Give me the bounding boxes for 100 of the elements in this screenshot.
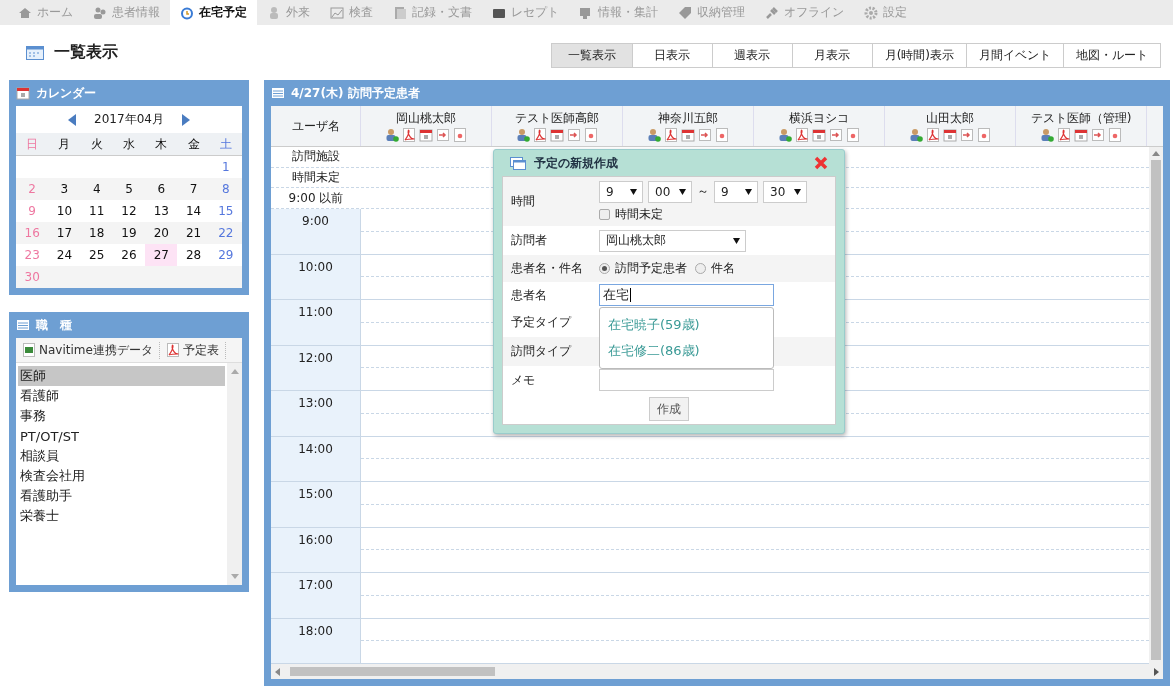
plug-icon (765, 5, 779, 20)
gear-icon (864, 5, 878, 20)
calendar-icon (419, 128, 433, 142)
panel-title: カレンダー (36, 84, 96, 102)
pdf-icon (165, 343, 180, 357)
calendar-day[interactable]: 22 (209, 222, 242, 244)
arrow-document-icon (829, 128, 843, 142)
job-type-item[interactable]: 事務 (18, 406, 225, 426)
radio-button[interactable] (599, 263, 610, 274)
hour-label: 11:00 (271, 300, 361, 345)
hour-label: 18:00 (271, 618, 361, 663)
range-separator: ～ (697, 183, 709, 200)
list-icon (16, 318, 30, 332)
nav-tab-label: 設定 (883, 4, 907, 21)
person-add-icon (778, 128, 792, 142)
create-button[interactable]: 作成 (649, 397, 689, 421)
scroll-left-icon[interactable] (275, 667, 280, 676)
calendar-day[interactable]: 8 (209, 178, 242, 200)
weekday-header: 月 (48, 133, 81, 156)
user-name: テスト医師（管理) (1030, 110, 1132, 127)
job-type-item[interactable]: PT/OT/ST (18, 426, 225, 446)
calendar-day[interactable]: 20 (145, 222, 178, 244)
job-type-item[interactable]: 栄養士 (18, 506, 225, 526)
row-label: 訪問施設 (291, 148, 341, 166)
toolbar-button[interactable]: 予定表 (159, 341, 226, 359)
end-minute-select[interactable]: 30 (763, 180, 807, 203)
calendar-day[interactable]: 5 (112, 178, 146, 200)
suggestion-item[interactable]: 在宅修二(86歳) (600, 338, 773, 364)
nav-tab-label: 患者情報 (112, 4, 160, 21)
scroll-up-icon[interactable] (1152, 151, 1160, 156)
window-icon (26, 45, 44, 60)
caret-icon (733, 237, 740, 244)
suggestion-item[interactable]: 在宅暁子(59歳) (600, 312, 773, 338)
field-label: 訪問タイプ (510, 343, 573, 360)
previous-arrow-icon[interactable] (68, 113, 77, 126)
checkbox[interactable] (599, 208, 610, 220)
horizontal-scrollbar[interactable] (271, 664, 1163, 679)
chart-icon (330, 5, 344, 20)
people-icon (93, 5, 107, 20)
calendar-day[interactable]: 21 (177, 222, 210, 244)
close-icon[interactable] (814, 156, 828, 170)
calendar-day[interactable]: 7 (177, 178, 210, 200)
column-header: ユーザ名 (271, 106, 361, 146)
weekday-header: 日 (16, 133, 49, 156)
calendar-day[interactable]: 3 (48, 178, 81, 200)
hour-label: 12:00 (271, 345, 361, 390)
view-tab[interactable]: 一覧表示 (551, 44, 632, 67)
next-arrow-icon[interactable] (181, 113, 190, 126)
user-name: テスト医師高郎 (515, 110, 599, 127)
toolbar-button[interactable]: Navitime連携データ (16, 341, 160, 359)
user-name: 山田太郎 (926, 110, 974, 127)
scroll-down-icon[interactable] (230, 574, 239, 579)
calendar-day[interactable]: 6 (145, 178, 178, 200)
scrollbar[interactable] (227, 363, 242, 585)
calendar-day[interactable]: 4 (80, 178, 113, 200)
nav-tab-label: 外来 (286, 4, 310, 21)
spreadsheet-icon (22, 343, 36, 357)
calendar-day[interactable]: 18 (80, 222, 113, 244)
scroll-up-icon[interactable] (230, 369, 239, 374)
person-add-icon (909, 128, 923, 142)
list-icon (271, 86, 285, 100)
field-label: 患者名・件名 (510, 260, 584, 277)
hour-label: 16:00 (271, 527, 361, 572)
nav-tab[interactable]: 在宅予定 (170, 0, 257, 25)
calendar-day[interactable]: 17 (48, 222, 81, 244)
scrollbar[interactable] (1149, 147, 1163, 664)
job-type-item[interactable]: 検査会社用 (18, 466, 225, 486)
job-type-item[interactable]: 看護師 (18, 386, 225, 406)
patient-name-field[interactable]: 在宅 (599, 284, 774, 306)
pdf-icon (926, 128, 940, 142)
end-hour-select[interactable]: 9 (714, 180, 758, 203)
row-label: 時間未定 (291, 169, 341, 186)
user-name: 岡山桃太郎 (396, 110, 456, 127)
job-type-item[interactable]: 相談員 (18, 446, 225, 466)
calendar-day[interactable]: 27 (145, 244, 178, 266)
start-hour-select[interactable]: 9 (599, 180, 643, 203)
radio-button[interactable] (695, 263, 706, 274)
job-type-item[interactable]: 看護助手 (18, 486, 225, 506)
document-icon (715, 128, 729, 142)
pdf-icon (1057, 128, 1071, 142)
visitor-select[interactable]: 岡山桃太郎 (599, 229, 746, 252)
document-icon (846, 128, 860, 142)
start-minute-select[interactable]: 00 (648, 180, 692, 203)
weekday-header: 水 (112, 133, 146, 156)
calendar-day[interactable]: 19 (112, 222, 146, 244)
hour-label: 17:00 (271, 573, 361, 618)
nav-tab-label: 情報・集計 (598, 4, 658, 21)
field-label: 訪問者 (510, 232, 548, 249)
hour-label: 14:00 (271, 436, 361, 481)
arrow-document-icon (436, 128, 450, 142)
caret-icon (745, 188, 752, 195)
calendar-icon (681, 128, 695, 142)
job-type-item[interactable]: 医師 (18, 366, 225, 386)
tag-icon (678, 5, 692, 20)
memo-field[interactable] (599, 369, 774, 391)
radio-label: 件名 (711, 260, 735, 277)
hour-label: 9:00 (271, 209, 361, 254)
scroll-right-icon[interactable] (1154, 667, 1159, 676)
person-icon (267, 5, 281, 20)
hour-label: 13:00 (271, 391, 361, 436)
